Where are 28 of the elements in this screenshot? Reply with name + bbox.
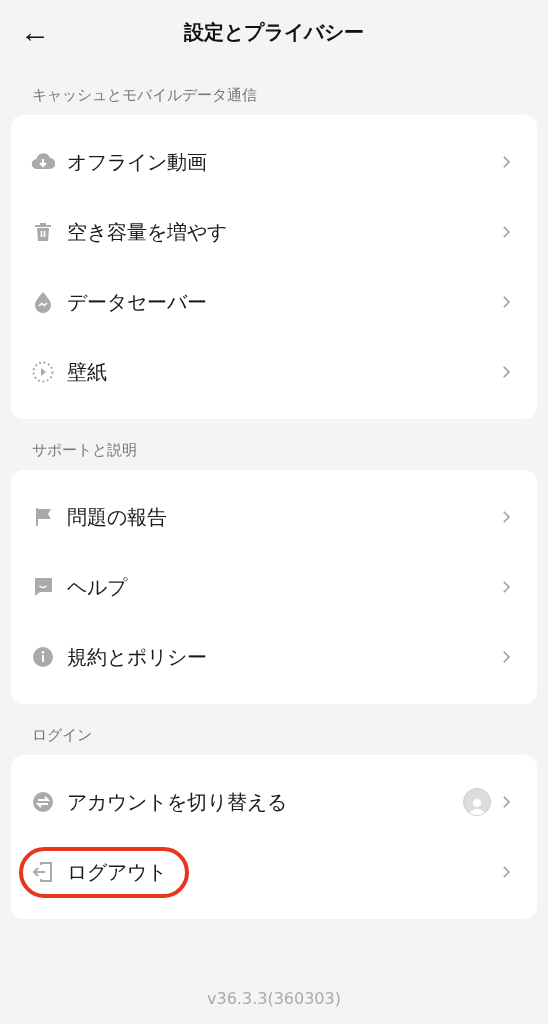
swap-icon <box>31 790 55 814</box>
setting-row[interactable]: ヘルプ <box>11 552 537 622</box>
setting-label: 規約とポリシー <box>67 643 207 671</box>
info-icon <box>31 645 55 669</box>
setting-label: 問題の報告 <box>67 503 167 531</box>
setting-row[interactable]: ログアウト <box>11 837 537 907</box>
play-circle-icon <box>31 360 55 384</box>
setting-row[interactable]: 空き容量を増やす <box>11 197 537 267</box>
setting-label: 空き容量を増やす <box>67 218 227 246</box>
setting-row[interactable]: データセーバー <box>11 267 537 337</box>
page-title: 設定とプライバシー <box>184 18 364 46</box>
section-title: キャッシュとモバイルデータ通信 <box>31 85 258 106</box>
setting-row[interactable]: 壁紙 <box>11 337 537 407</box>
setting-label: アカウントを切り替える <box>67 788 287 816</box>
setting-label: 壁紙 <box>67 358 107 386</box>
section-title: ログイン <box>31 725 93 746</box>
version-text: v36.3.3(360303) <box>206 989 342 1008</box>
setting-label: ログアウト <box>67 858 167 886</box>
logout-icon <box>31 860 55 884</box>
setting-label: オフライン動画 <box>67 148 207 176</box>
setting-row[interactable]: アカウントを切り替える <box>11 767 537 837</box>
setting-label: ヘルプ <box>67 573 127 601</box>
setting-row[interactable]: 問題の報告 <box>11 482 537 552</box>
setting-row[interactable]: オフライン動画 <box>11 127 537 197</box>
setting-label: データセーバー <box>67 288 207 316</box>
section-title: サポートと説明 <box>31 440 138 461</box>
setting-row[interactable]: 規約とポリシー <box>11 622 537 692</box>
back-button[interactable]: ← <box>20 17 50 47</box>
